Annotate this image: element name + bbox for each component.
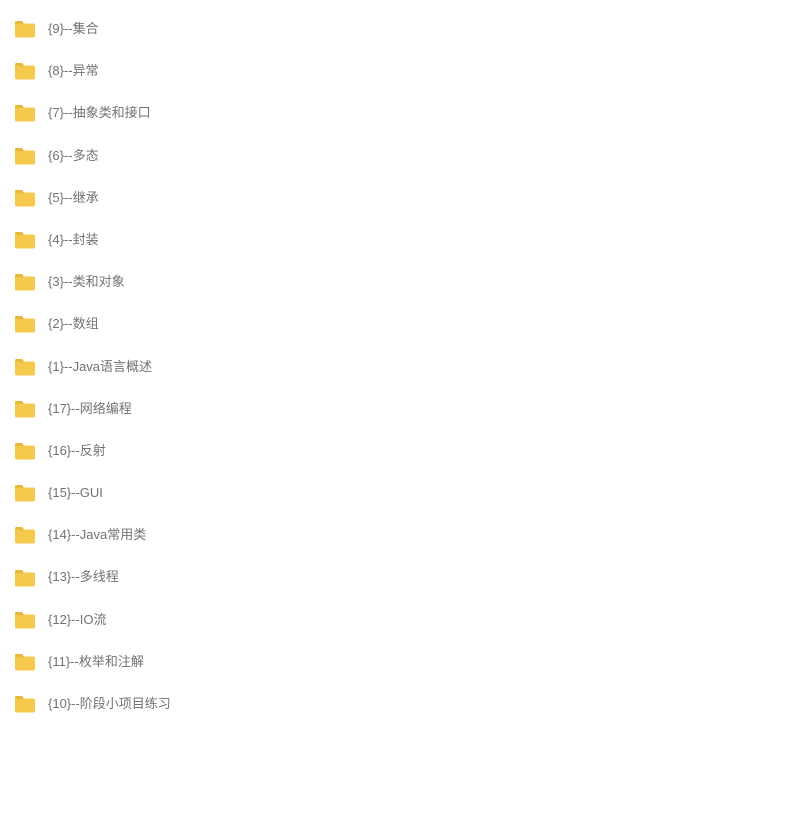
folder-name: {16}--反射 [48, 442, 106, 460]
folder-name: {2}--数组 [48, 315, 99, 333]
folder-icon [14, 358, 36, 376]
folder-item[interactable]: {11}--枚举和注解 [0, 641, 800, 683]
folder-icon [14, 569, 36, 587]
folder-icon [14, 400, 36, 418]
folder-name: {17}--网络编程 [48, 400, 132, 418]
folder-icon [14, 147, 36, 165]
folder-item[interactable]: {10}--阶段小项目练习 [0, 683, 800, 725]
folder-item[interactable]: {4}--封装 [0, 219, 800, 261]
folder-item[interactable]: {7}--抽象类和接口 [0, 92, 800, 134]
folder-icon [14, 104, 36, 122]
folder-item[interactable]: {12}--IO流 [0, 599, 800, 641]
folder-icon [14, 695, 36, 713]
folder-name: {11}--枚举和注解 [48, 653, 144, 671]
folder-icon [14, 611, 36, 629]
folder-name: {10}--阶段小项目练习 [48, 695, 171, 713]
folder-item[interactable]: {1}--Java语言概述 [0, 346, 800, 388]
folder-icon [14, 315, 36, 333]
folder-icon [14, 231, 36, 249]
folder-name: {1}--Java语言概述 [48, 358, 152, 376]
folder-icon [14, 20, 36, 38]
folder-item[interactable]: {6}--多态 [0, 135, 800, 177]
folder-name: {3}--类和对象 [48, 273, 125, 291]
folder-name: {14}--Java常用类 [48, 526, 146, 544]
folder-icon [14, 273, 36, 291]
folder-name: {6}--多态 [48, 147, 99, 165]
folder-icon [14, 442, 36, 460]
folder-item[interactable]: {13}--多线程 [0, 556, 800, 598]
folder-item[interactable]: {16}--反射 [0, 430, 800, 472]
folder-icon [14, 526, 36, 544]
folder-icon [14, 484, 36, 502]
folder-item[interactable]: {14}--Java常用类 [0, 514, 800, 556]
folder-icon [14, 62, 36, 80]
folder-item[interactable]: {3}--类和对象 [0, 261, 800, 303]
folder-list: {9}--集合 {8}--异常 {7}--抽象类和接口 {6}--多态 {5}-… [0, 8, 800, 725]
folder-item[interactable]: {15}--GUI [0, 472, 800, 514]
folder-icon [14, 653, 36, 671]
folder-name: {8}--异常 [48, 62, 99, 80]
folder-name: {5}--继承 [48, 189, 99, 207]
folder-item[interactable]: {2}--数组 [0, 303, 800, 345]
folder-item[interactable]: {5}--继承 [0, 177, 800, 219]
folder-name: {7}--抽象类和接口 [48, 104, 151, 122]
folder-name: {9}--集合 [48, 20, 99, 38]
folder-name: {12}--IO流 [48, 611, 107, 629]
folder-item[interactable]: {8}--异常 [0, 50, 800, 92]
folder-item[interactable]: {17}--网络编程 [0, 388, 800, 430]
folder-name: {13}--多线程 [48, 568, 119, 586]
folder-item[interactable]: {9}--集合 [0, 8, 800, 50]
folder-icon [14, 189, 36, 207]
folder-name: {15}--GUI [48, 484, 103, 502]
folder-name: {4}--封装 [48, 231, 99, 249]
